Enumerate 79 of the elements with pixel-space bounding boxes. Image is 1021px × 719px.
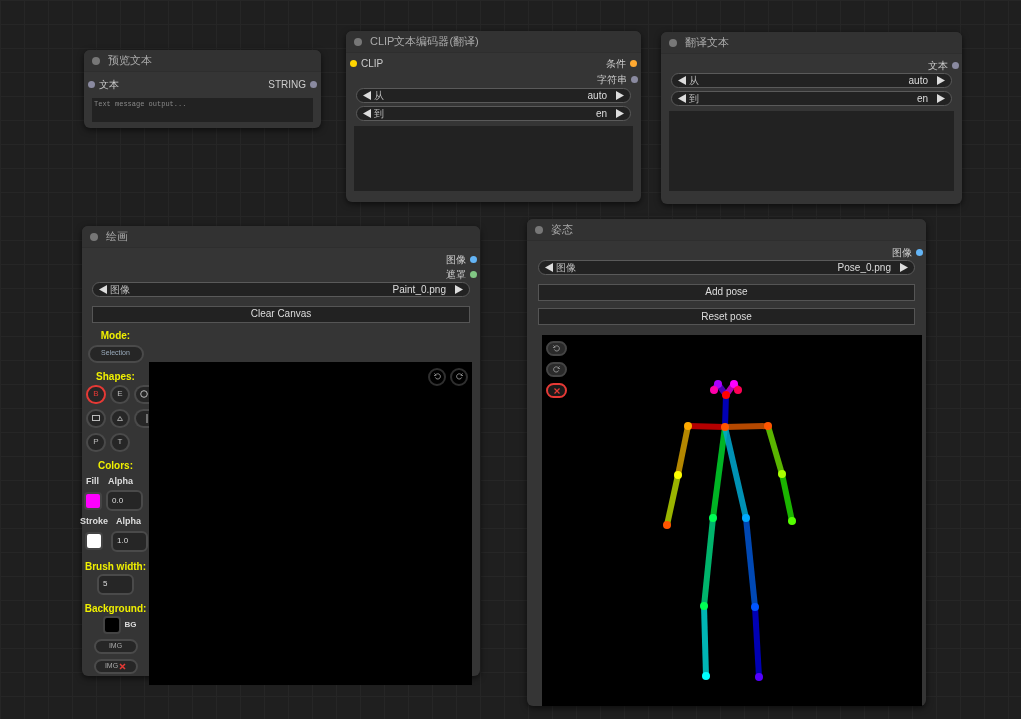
node-title: 预览文本 (108, 55, 152, 66)
output-label: 遮罩 (446, 268, 466, 282)
combo-widget[interactable]: 从 auto (671, 73, 952, 88)
redo-icon (455, 373, 463, 380)
line-icon (146, 413, 148, 423)
action-button[interactable]: Clear Canvas (92, 305, 470, 323)
redo-button[interactable] (450, 367, 468, 386)
combo-value: Paint_0.png (392, 284, 446, 295)
combo-value: auto (587, 90, 607, 101)
shapes-label: Shapes: (96, 371, 135, 382)
combo-label: 从 (374, 90, 384, 101)
shape-button[interactable]: E (110, 384, 130, 404)
pose-canvas[interactable] (542, 335, 922, 706)
stroke-label: Stroke (80, 515, 108, 528)
input-field[interactable]: 0.0 (106, 490, 143, 511)
combo-widget[interactable]: 到 en (671, 91, 952, 106)
combo-widget[interactable]: 从 auto (356, 88, 631, 103)
combo-widget[interactable]: 到 en (356, 106, 631, 121)
shape-button[interactable] (134, 384, 149, 404)
brush-width-label: Brush width: (84, 561, 147, 572)
output-label: 图像 (892, 246, 912, 260)
undo-button[interactable] (546, 341, 567, 356)
output-label: 文本 (928, 59, 948, 73)
undo-icon (553, 345, 560, 352)
background-label: Background: (84, 603, 147, 614)
input-field[interactable]: 5 (97, 573, 134, 595)
shape-button[interactable]: B (86, 384, 106, 404)
undo-button[interactable] (428, 367, 446, 386)
combo-label: 从 (689, 75, 699, 86)
undo-icon (433, 373, 441, 380)
alpha-label: Alpha (116, 515, 142, 528)
shape-button[interactable]: P (86, 432, 106, 452)
alpha-label: Alpha (108, 474, 133, 488)
close-icon (119, 662, 127, 670)
combo-value: auto (908, 75, 928, 86)
action-button[interactable]: Add pose (538, 283, 915, 301)
color-swatch[interactable] (84, 491, 102, 510)
redo-icon (553, 366, 560, 373)
node-title: 绘画 (106, 231, 128, 242)
fill-label: Fill (86, 474, 99, 488)
output-label: 条件 (606, 57, 626, 71)
colors-label: Colors: (98, 460, 133, 471)
node-title: 翻译文本 (685, 37, 729, 48)
node-title: CLIP文本编码器(翻译) (370, 36, 479, 47)
redo-button[interactable] (546, 362, 567, 377)
triangle-icon (117, 415, 123, 421)
output-label: 图像 (446, 253, 466, 267)
close-icon (553, 387, 560, 394)
output-label: 字符串 (597, 73, 627, 87)
combo-widget[interactable]: 图像 Paint_0.png (92, 282, 470, 297)
rectangle-icon (92, 415, 100, 421)
shape-button[interactable]: T (110, 432, 130, 452)
left-arrow-icon[interactable] (99, 285, 107, 294)
input-label: CLIP (361, 57, 384, 71)
combo-value: en (916, 93, 928, 104)
combo-label: 图像 (110, 284, 130, 295)
combo-label: 到 (374, 108, 384, 119)
mode-label: Mode: (100, 330, 131, 341)
shape-button[interactable] (86, 408, 106, 428)
shape-button[interactable] (110, 408, 130, 428)
delete-button[interactable] (546, 383, 567, 398)
combo-label: 到 (689, 93, 699, 104)
combo-widget[interactable]: 图像 Pose_0.png (538, 260, 915, 275)
action-button[interactable]: Reset pose (538, 308, 915, 325)
combo-label: 图像 (556, 262, 576, 273)
bg-label: BG (124, 618, 137, 631)
color-swatch[interactable] (102, 615, 121, 634)
combo-value: Pose_0.png (837, 262, 891, 273)
combo-value: en (595, 108, 607, 119)
circle-icon (140, 390, 148, 398)
pose-skeleton-drawing[interactable] (663, 380, 796, 681)
node-title: 姿态 (551, 224, 573, 235)
input-field[interactable]: 1.0 (111, 530, 148, 552)
input-label: 文本 (99, 77, 119, 92)
output-label: STRING (268, 77, 306, 92)
right-arrow-icon[interactable] (455, 285, 463, 294)
color-swatch[interactable] (85, 532, 103, 550)
left-arrow-icon[interactable] (545, 263, 553, 272)
right-arrow-icon[interactable] (900, 263, 908, 272)
